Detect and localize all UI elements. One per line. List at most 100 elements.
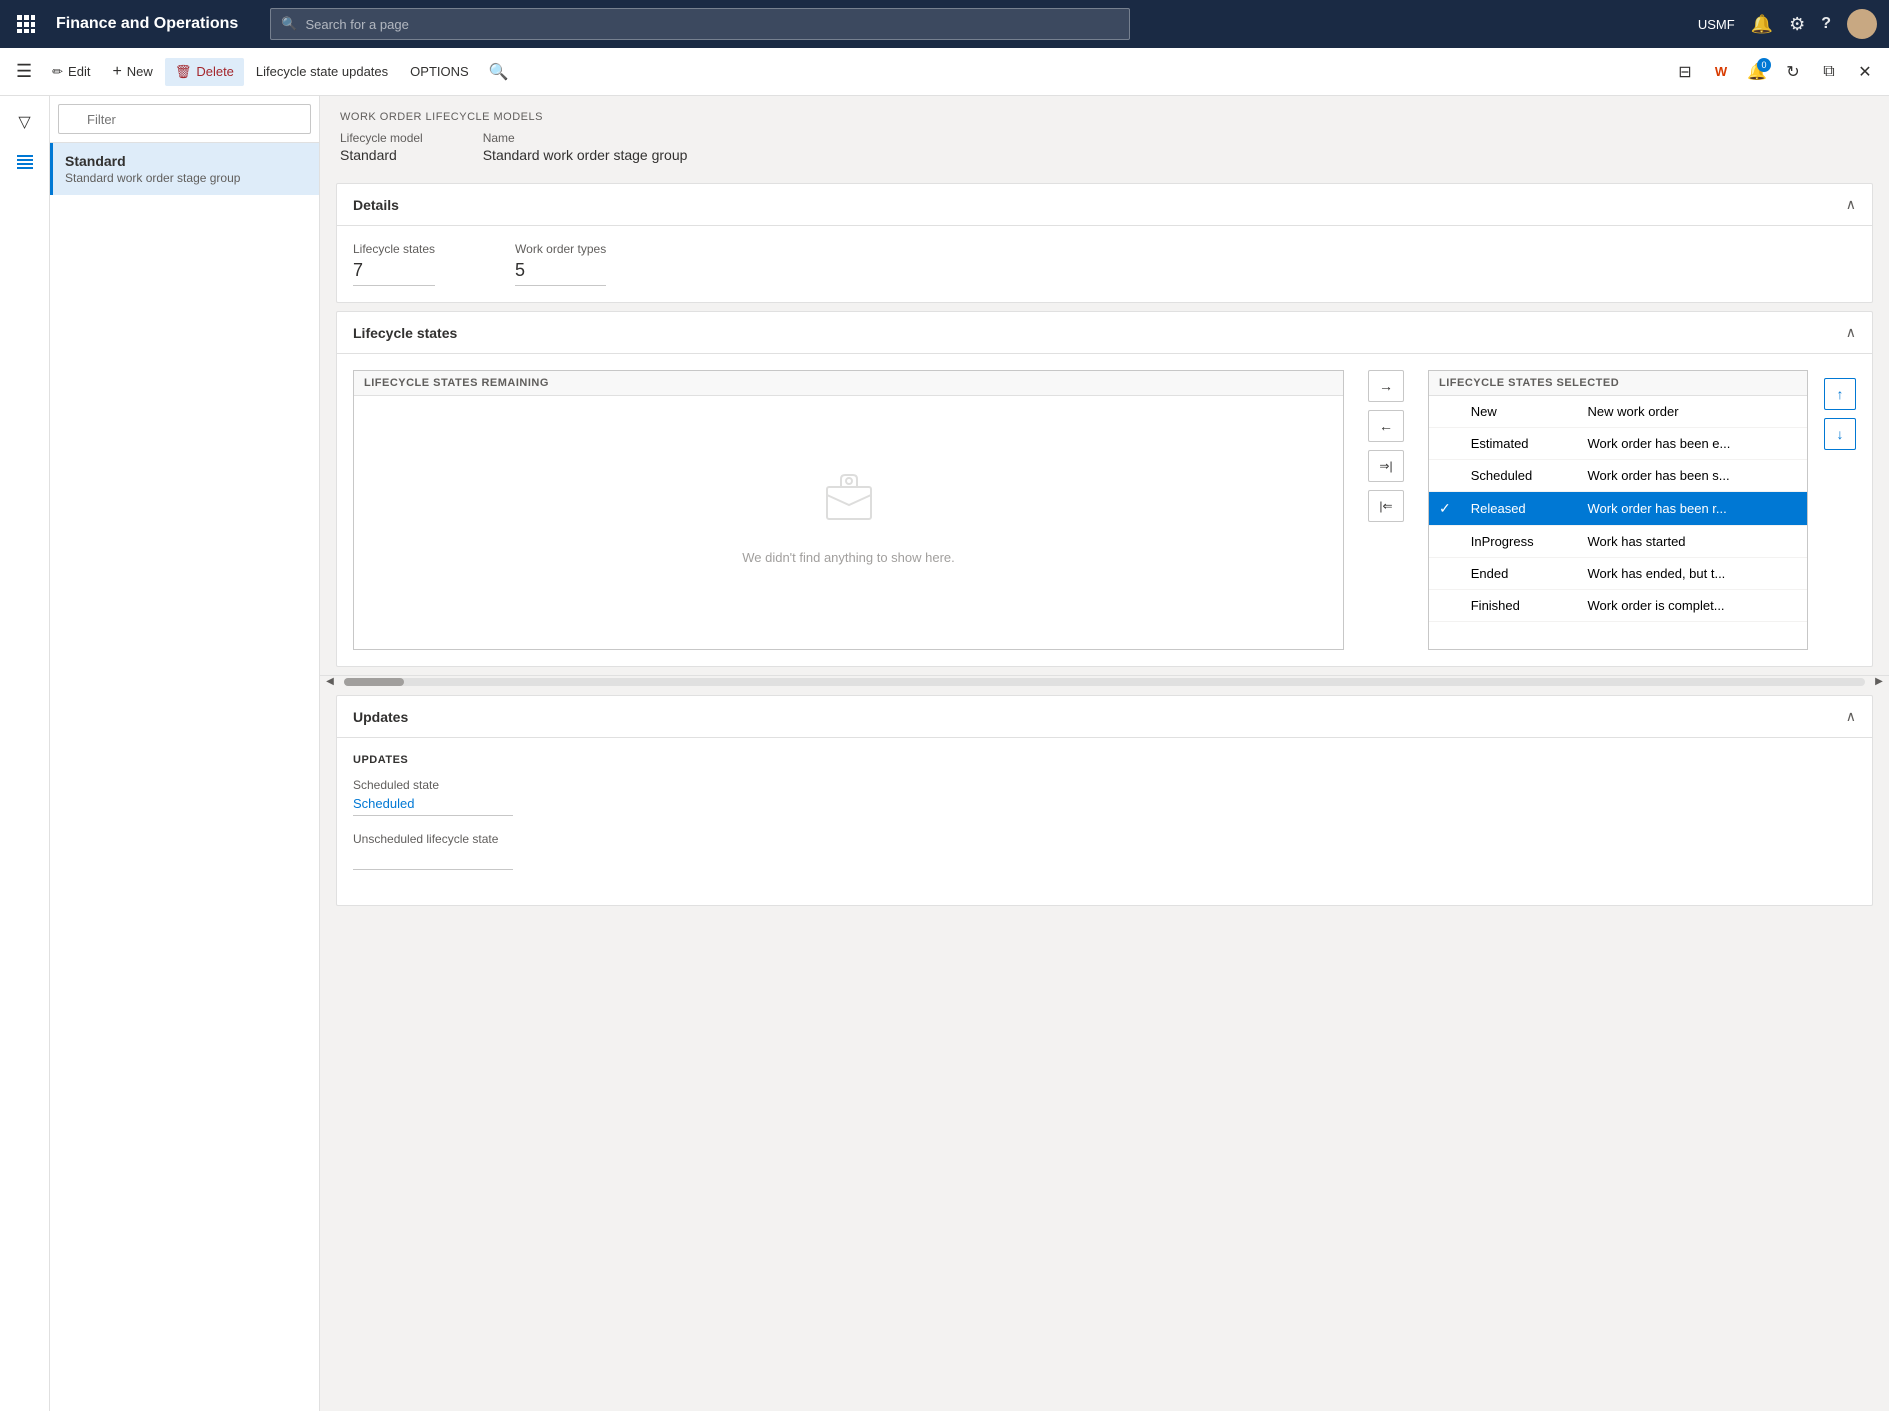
move-right-button[interactable]: → [1368, 370, 1404, 402]
lifecycle-states-card: Lifecycle states ∧ LIFECYCLE STATES REMA… [336, 311, 1873, 667]
main-layout: ▽ 🔍 Standard Standard work order stage g… [0, 96, 1889, 1411]
list-panel: 🔍 Standard Standard work order stage gro… [50, 96, 320, 1411]
delete-trash-icon: 🗑 [175, 64, 192, 80]
state-desc-released: Work order has been r... [1578, 492, 1807, 526]
list-item-standard[interactable]: Standard Standard work order stage group [50, 143, 319, 195]
breadcrumb-bar: WORK ORDER LIFECYCLE MODELS [320, 96, 1889, 127]
search-icon: 🔍 [281, 16, 297, 32]
updates-section-header: UPDATES [353, 754, 1856, 766]
state-desc-ended: Work has ended, but t... [1578, 558, 1807, 590]
details-title: Details [353, 197, 399, 213]
state-row-finished[interactable]: Finished Work order is complet... [1429, 590, 1807, 622]
options-button[interactable]: OPTIONS [400, 58, 479, 85]
details-card-body: Lifecycle states 7 Work order types 5 [337, 226, 1872, 302]
office-icon-button[interactable]: W [1705, 56, 1737, 88]
lifecycle-states-title: Lifecycle states [353, 325, 457, 341]
delete-label: Delete [196, 64, 234, 79]
lifecycle-states-value: 7 [353, 260, 435, 286]
state-row-inprogress[interactable]: InProgress Work has started [1429, 526, 1807, 558]
move-all-right-button[interactable]: ⇒| [1368, 450, 1404, 482]
delete-button[interactable]: 🗑 Delete [165, 58, 244, 86]
move-left-button[interactable]: ← [1368, 410, 1404, 442]
check-cell-finished [1429, 590, 1461, 622]
state-name-scheduled: Scheduled [1461, 460, 1578, 492]
lifecycle-label: Lifecycle state updates [256, 64, 388, 79]
filter-funnel-icon[interactable]: ▽ [7, 104, 43, 140]
scroll-right-arrow[interactable]: ▶ [1869, 676, 1889, 687]
content-area: WORK ORDER LIFECYCLE MODELS Lifecycle mo… [320, 96, 1889, 1411]
order-buttons: ↑ ↓ [1824, 370, 1856, 450]
notification-badge-button[interactable]: 🔔 0 [1741, 56, 1773, 88]
state-row-released[interactable]: ✓ Released Work order has been r... [1429, 492, 1807, 526]
work-order-types-label: Work order types [515, 242, 606, 256]
unscheduled-label: Unscheduled lifecycle state [353, 832, 1856, 846]
details-card: Details ∧ Lifecycle states 7 Work order … [336, 183, 1873, 303]
close-button[interactable]: ✕ [1849, 56, 1881, 88]
selected-panel-title: LIFECYCLE STATES SELECTED [1429, 371, 1807, 396]
state-row-estimated[interactable]: Estimated Work order has been e... [1429, 428, 1807, 460]
horizontal-scrollbar[interactable]: ◀ ▶ [320, 675, 1889, 687]
scroll-thumb[interactable] [344, 678, 404, 686]
app-title: Finance and Operations [56, 15, 238, 33]
updates-card-body: UPDATES Scheduled state Scheduled Unsche… [337, 738, 1872, 905]
state-name-finished: Finished [1461, 590, 1578, 622]
scheduled-state-group: Scheduled state Scheduled [353, 778, 1856, 816]
help-question-icon[interactable]: ? [1821, 15, 1831, 33]
scroll-track[interactable] [344, 678, 1865, 686]
filter-input-wrapper: 🔍 [58, 104, 311, 134]
move-all-left-button[interactable]: |⇐ [1368, 490, 1404, 522]
lifecycle-state-updates-button[interactable]: Lifecycle state updates [246, 58, 398, 85]
selected-panel: LIFECYCLE STATES SELECTED New New work o… [1428, 370, 1808, 650]
open-new-window-button[interactable]: ⧉ [1813, 56, 1845, 88]
pin-icon-button[interactable]: ⊟ [1669, 56, 1701, 88]
check-cell-inprogress [1429, 526, 1461, 558]
user-avatar[interactable] [1847, 9, 1877, 39]
list-view-icon[interactable] [7, 144, 43, 180]
remaining-empty-state: We didn't find anything to show here. [354, 396, 1343, 636]
hamburger-menu-button[interactable]: ☰ [8, 55, 40, 88]
work-order-types-value: 5 [515, 260, 606, 286]
scheduled-state-value[interactable]: Scheduled [353, 796, 513, 816]
lifecycle-collapse-icon: ∧ [1846, 324, 1856, 341]
search-action-button[interactable]: 🔍 [481, 56, 517, 88]
unscheduled-state-value[interactable] [353, 850, 513, 870]
refresh-button[interactable]: ↻ [1777, 56, 1809, 88]
details-collapse-icon: ∧ [1846, 196, 1856, 213]
check-cell-estimated [1429, 428, 1461, 460]
move-down-button[interactable]: ↓ [1824, 418, 1856, 450]
move-up-button[interactable]: ↑ [1824, 378, 1856, 410]
check-cell-released: ✓ [1429, 492, 1461, 526]
details-card-header[interactable]: Details ∧ [337, 184, 1872, 226]
filter-input[interactable] [58, 104, 311, 134]
notification-badge: 0 [1757, 58, 1771, 72]
state-row-new[interactable]: New New work order [1429, 396, 1807, 428]
top-navigation-bar: Finance and Operations 🔍 Search for a pa… [0, 0, 1889, 48]
empty-box-icon [819, 467, 879, 540]
details-grid: Lifecycle states 7 Work order types 5 [353, 242, 1856, 286]
state-desc-inprogress: Work has started [1578, 526, 1807, 558]
lifecycle-states-card-header[interactable]: Lifecycle states ∧ [337, 312, 1872, 354]
scroll-left-arrow[interactable]: ◀ [320, 676, 340, 687]
state-row-scheduled[interactable]: Scheduled Work order has been s... [1429, 460, 1807, 492]
updates-collapse-icon: ∧ [1846, 708, 1856, 725]
updates-title: Updates [353, 709, 408, 725]
updates-card: Updates ∧ UPDATES Scheduled state Schedu… [336, 695, 1873, 906]
record-header: Lifecycle model Standard Name Standard w… [320, 127, 1889, 175]
state-name-ended: Ended [1461, 558, 1578, 590]
lifecycle-model-label: Lifecycle model [340, 131, 423, 145]
global-search-box[interactable]: 🔍 Search for a page [270, 8, 1130, 40]
check-cell-ended [1429, 558, 1461, 590]
new-button[interactable]: + New [102, 57, 162, 87]
state-desc-scheduled: Work order has been s... [1578, 460, 1807, 492]
states-table: New New work order Estimated Work order … [1429, 396, 1807, 622]
settings-gear-icon[interactable]: ⚙ [1789, 14, 1805, 35]
state-row-ended[interactable]: Ended Work has ended, but t... [1429, 558, 1807, 590]
lifecycle-grid: LIFECYCLE STATES REMAINING We did [353, 370, 1856, 650]
action-bar-right: ⊟ W 🔔 0 ↻ ⧉ ✕ [1669, 56, 1881, 88]
edit-button[interactable]: ✏ Edit [42, 58, 100, 86]
updates-card-header[interactable]: Updates ∧ [337, 696, 1872, 738]
grid-menu-button[interactable] [12, 10, 40, 38]
options-label: OPTIONS [410, 64, 469, 79]
notification-bell-icon[interactable]: 🔔 [1751, 14, 1773, 35]
lifecycle-model-value: Standard [340, 147, 423, 163]
